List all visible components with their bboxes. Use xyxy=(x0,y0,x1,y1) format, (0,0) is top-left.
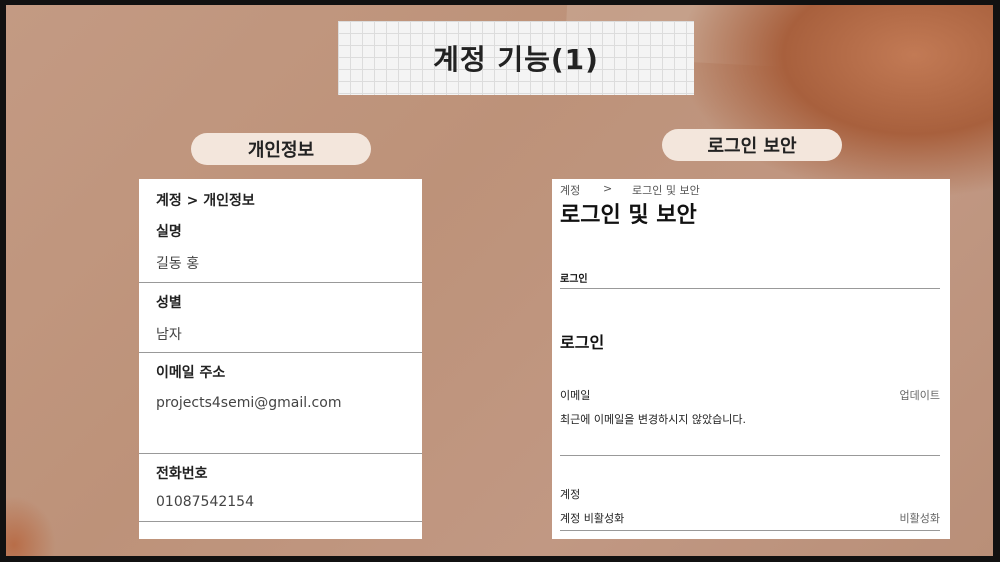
email-value[interactable]: projects4semi@gmail.com xyxy=(156,395,341,411)
personal-info-pill: 개인정보 xyxy=(191,133,371,165)
phone-value[interactable]: 01087542154 xyxy=(156,494,254,510)
breadcrumb-current: 로그인 및 보안 xyxy=(632,184,700,197)
title-box: 계정 기능(1) xyxy=(338,21,694,95)
real-name-label: 실명 xyxy=(156,224,182,240)
divider xyxy=(560,530,940,531)
email-update-link[interactable]: 업데이트 xyxy=(900,387,940,403)
personal-info-card: 계정 > 개인정보 실명 길동 홍 성별 남자 이메일 주소 projects4… xyxy=(139,179,422,539)
slide-title: 계정 기능(1) xyxy=(433,43,599,76)
gender-label: 성별 xyxy=(156,295,182,311)
divider xyxy=(139,453,422,454)
deactivate-label: 계정 비활성화 xyxy=(560,512,625,525)
phone-label: 전화번호 xyxy=(156,466,208,482)
email-label: 이메일 주소 xyxy=(156,365,226,381)
gender-value[interactable]: 남자 xyxy=(156,324,182,344)
breadcrumb-account-link[interactable]: 계정 xyxy=(560,182,580,198)
page-heading: 로그인 및 보안 xyxy=(560,203,697,228)
deactivate-link[interactable]: 비활성화 xyxy=(900,510,940,526)
breadcrumb-separator: > xyxy=(603,182,613,195)
breadcrumb[interactable]: 계정 > 개인정보 xyxy=(156,190,255,210)
divider xyxy=(139,521,422,522)
divider xyxy=(139,352,422,353)
tab-login[interactable]: 로그인 xyxy=(560,270,588,285)
divider xyxy=(560,455,940,456)
login-security-pill: 로그인 보안 xyxy=(662,129,842,161)
account-section-label: 계정 xyxy=(560,488,581,501)
copper-texture-bottom-left xyxy=(6,496,56,556)
login-security-card: 계정 > 로그인 및 보안 로그인 및 보안 로그인 로그인 이메일 업데이트 … xyxy=(552,179,950,539)
copper-texture-top-right xyxy=(683,5,993,195)
email-status-text: 최근에 이메일을 변경하시지 않았습니다. xyxy=(560,413,747,426)
real-name-value[interactable]: 길동 홍 xyxy=(156,253,199,273)
slide-background: 계정 기능(1) 개인정보 로그인 보안 계정 > 개인정보 실명 길동 홍 성… xyxy=(6,5,993,556)
divider xyxy=(139,282,422,283)
section-title-login: 로그인 xyxy=(560,333,605,352)
email-row-label: 이메일 xyxy=(560,389,591,402)
divider xyxy=(560,288,940,289)
